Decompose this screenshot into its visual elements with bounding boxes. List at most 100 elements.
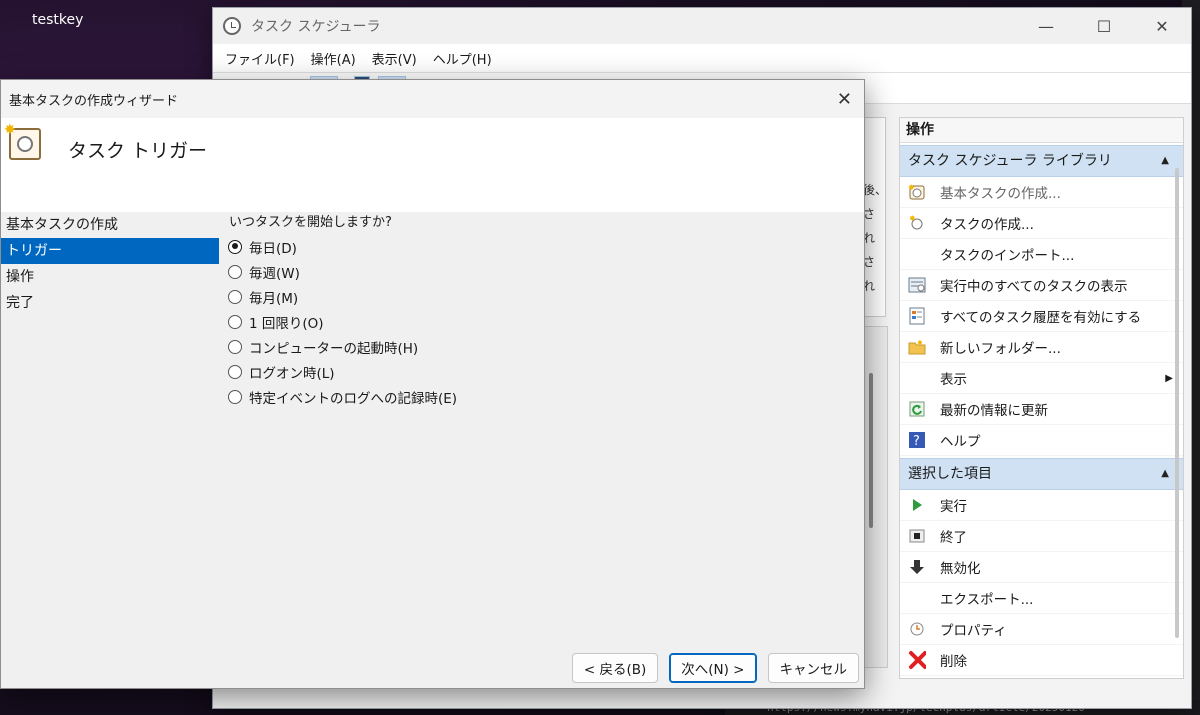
folder-icon: ✸ <box>908 338 926 356</box>
action-label: 基本タスクの作成... <box>940 186 1061 202</box>
svg-text:✸: ✸ <box>917 339 923 347</box>
truncated-text: され <box>863 207 876 245</box>
option-daily[interactable]: 毎日(D) <box>228 234 457 259</box>
option-on-event[interactable]: 特定イベントのログへの記録時(E) <box>228 384 457 409</box>
option-label: 毎週(W) <box>249 265 300 282</box>
step-create-basic-task[interactable]: 基本タスクの作成 <box>1 212 219 238</box>
collapse-icon[interactable]: ▲ <box>1161 459 1169 489</box>
section-header-selected[interactable]: 選択した項目 ▲ <box>900 458 1183 490</box>
clock-icon <box>223 17 241 35</box>
blank-icon <box>908 245 926 263</box>
action-disable[interactable]: 無効化 <box>900 552 1183 583</box>
action-label: 最新の情報に更新 <box>940 403 1048 419</box>
title-bar[interactable]: タスク スケジューラ — ☐ ✕ <box>213 8 1191 44</box>
action-import-task[interactable]: タスクのインポート... <box>900 239 1183 270</box>
question-label: いつタスクを開始しますか? <box>229 215 392 230</box>
menu-bar: ファイル(F) 操作(A) 表示(V) ヘルプ(H) <box>213 44 1191 73</box>
scrollbar[interactable] <box>869 373 873 528</box>
collapse-icon[interactable]: ▲ <box>1161 146 1169 176</box>
center-pane: 後、 され され <box>862 117 886 317</box>
actions-pane: 操作 タスク スケジューラ ライブラリ ▲ ✸ 基本タスクの作成... ✸ タス… <box>899 117 1184 679</box>
svg-text:?: ? <box>913 434 920 449</box>
action-show-running[interactable]: 実行中のすべてのタスクの表示 <box>900 270 1183 301</box>
menu-file[interactable]: ファイル(F) <box>217 49 303 68</box>
delete-icon <box>908 651 926 669</box>
menu-help[interactable]: ヘルプ(H) <box>425 49 500 68</box>
action-export[interactable]: エクスポート... <box>900 583 1183 614</box>
action-create-task[interactable]: ✸ タスクの作成... <box>900 208 1183 239</box>
action-delete[interactable]: 削除 <box>900 645 1183 676</box>
step-action[interactable]: 操作 <box>1 264 219 290</box>
window-title: タスク スケジューラ <box>251 19 381 35</box>
action-label: 無効化 <box>940 561 981 577</box>
section-header-library[interactable]: タスク スケジューラ ライブラリ ▲ <box>900 145 1183 177</box>
option-label: ログオン時(L) <box>249 365 335 382</box>
action-refresh[interactable]: 最新の情報に更新 <box>900 394 1183 425</box>
option-label: 毎日(D) <box>249 240 297 257</box>
step-finish[interactable]: 完了 <box>1 290 219 316</box>
option-label: 毎月(M) <box>249 290 299 307</box>
scrollbar[interactable] <box>1175 168 1179 638</box>
refresh-icon <box>908 400 926 418</box>
radio-button[interactable] <box>228 264 242 279</box>
next-button[interactable]: 次へ(N) > <box>669 653 757 683</box>
create-basic-task-icon: ✸ <box>908 183 926 201</box>
truncated-text: され <box>863 255 876 293</box>
option-weekly[interactable]: 毎週(W) <box>228 259 457 284</box>
action-new-folder[interactable]: ✸ 新しいフォルダー... <box>900 332 1183 363</box>
basic-task-wizard-dialog: 基本タスクの作成ウィザード ✕ ✸ タスク トリガー 基本タスクの作成 トリガー… <box>0 79 865 689</box>
step-trigger[interactable]: トリガー <box>1 238 219 264</box>
radio-button[interactable] <box>228 389 242 404</box>
actions-pane-title: 操作 <box>900 118 1183 143</box>
dialog-buttons: < 戻る(B) 次へ(N) > キャンセル <box>571 653 859 683</box>
action-label: タスクのインポート... <box>940 248 1075 264</box>
back-button[interactable]: < 戻る(B) <box>571 653 659 683</box>
properties-icon <box>908 620 926 638</box>
dialog-title-bar[interactable]: 基本タスクの作成ウィザード ✕ <box>1 80 864 118</box>
action-create-basic-task[interactable]: ✸ 基本タスクの作成... <box>900 177 1183 208</box>
cancel-button[interactable]: キャンセル <box>767 653 859 683</box>
page-title: タスク トリガー <box>68 140 208 162</box>
submenu-arrow-icon: ▶ <box>1165 372 1173 384</box>
action-label: すべてのタスク履歴を有効にする <box>940 310 1142 326</box>
option-at-logon[interactable]: ログオン時(L) <box>228 359 457 384</box>
svg-text:✸: ✸ <box>909 214 916 223</box>
svg-text:✸: ✸ <box>908 183 915 192</box>
radio-button[interactable] <box>228 314 242 329</box>
radio-button[interactable] <box>228 339 242 354</box>
radio-button[interactable] <box>228 239 242 254</box>
close-icon[interactable]: ✕ <box>837 89 852 110</box>
disable-icon <box>908 558 926 576</box>
trigger-options: いつタスクを開始しますか? 毎日(D) 毎週(W) 毎月(M) 1 回限り(O)… <box>228 212 457 409</box>
maximize-button[interactable]: ☐ <box>1075 17 1133 36</box>
radio-button[interactable] <box>228 289 242 304</box>
create-task-icon: ✸ <box>908 214 926 232</box>
minimize-button[interactable]: — <box>1017 17 1075 36</box>
option-at-startup[interactable]: コンピューターの起動時(H) <box>228 334 457 359</box>
action-view[interactable]: 表示 ▶ <box>900 363 1183 394</box>
section-label: タスク スケジューラ ライブラリ <box>908 153 1112 169</box>
close-button[interactable]: ✕ <box>1133 17 1191 36</box>
action-end[interactable]: 終了 <box>900 521 1183 552</box>
action-help[interactable]: ? ヘルプ <box>900 425 1183 456</box>
option-one-time[interactable]: 1 回限り(O) <box>228 309 457 334</box>
menu-view[interactable]: 表示(V) <box>364 49 425 68</box>
help-icon: ? <box>908 431 926 449</box>
action-run[interactable]: 実行 <box>900 490 1183 521</box>
action-label: ヘルプ <box>940 434 981 450</box>
wizard-header: ✸ タスク トリガー <box>1 118 864 212</box>
action-properties[interactable]: プロパティ <box>900 614 1183 645</box>
running-tasks-icon <box>908 276 926 294</box>
radio-button[interactable] <box>228 364 242 379</box>
desktop-icon-label[interactable]: testkey <box>32 12 83 28</box>
option-monthly[interactable]: 毎月(M) <box>228 284 457 309</box>
action-label: エクスポート... <box>940 592 1034 608</box>
blank-icon <box>908 589 926 607</box>
run-icon <box>908 496 926 514</box>
option-label: 1 回限り(O) <box>249 315 324 332</box>
menu-action[interactable]: 操作(A) <box>303 49 364 68</box>
action-enable-history[interactable]: すべてのタスク履歴を有効にする <box>900 301 1183 332</box>
action-label: 実行中のすべてのタスクの表示 <box>940 279 1128 295</box>
action-label: 新しいフォルダー... <box>940 341 1061 357</box>
truncated-text: 後、 <box>863 183 886 197</box>
